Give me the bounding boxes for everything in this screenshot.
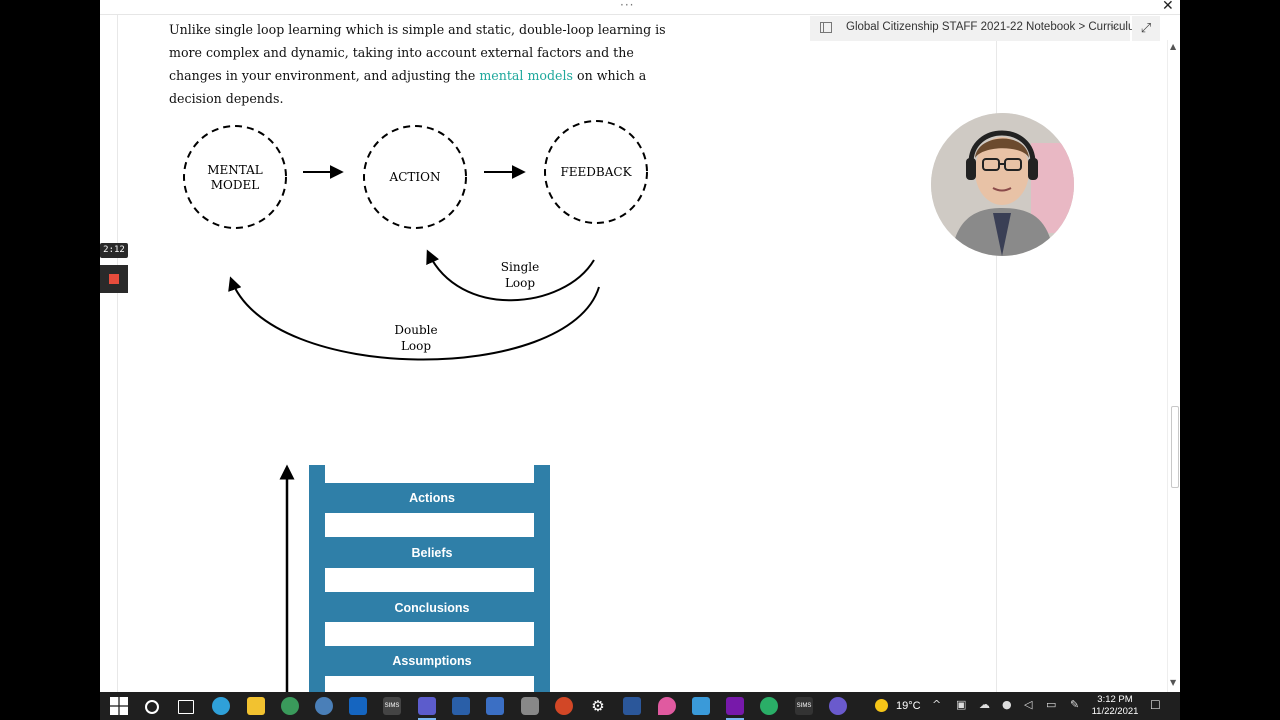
mental-model-label-1: MENTAL [207, 163, 263, 177]
ladder-gap [325, 568, 534, 592]
ladder-gap [325, 513, 534, 537]
close-icon[interactable]: ✕ [1162, 0, 1174, 14]
feedback-label: FEEDBACK [560, 165, 632, 179]
chat-app-icon[interactable] [760, 697, 778, 715]
single-loop-label-2: Loop [505, 276, 535, 290]
clock-date: 11/22/2021 [1091, 706, 1139, 717]
scroll-thumb[interactable] [1171, 406, 1179, 488]
window-grip-icon[interactable]: ··· [620, 0, 634, 12]
notebook-breadcrumb[interactable]: Global Citizenship STAFF 2021-22 Noteboo… [810, 16, 1144, 41]
teams-icon[interactable] [418, 697, 436, 720]
temperature-text[interactable]: 19°C [896, 700, 921, 712]
sims-app-icon[interactable]: SIMS [383, 697, 401, 715]
rung-beliefs: Beliefs [412, 546, 453, 560]
battery-icon[interactable]: ▭ [1046, 698, 1056, 711]
chrome-icon[interactable] [281, 697, 299, 715]
powerpoint-icon[interactable] [555, 697, 573, 715]
rung-actions: Actions [409, 491, 455, 505]
sims-app-icon-2[interactable]: SIMS [795, 697, 813, 715]
notification-icon[interactable]: ☐ [1150, 698, 1161, 712]
single-loop-label-1: Single [501, 260, 539, 274]
browser-icon[interactable] [315, 697, 333, 715]
pen-icon[interactable]: ✎ [1070, 698, 1079, 711]
body-paragraph: Unlike single loop learning which is sim… [169, 18, 669, 110]
mental-model-node [183, 125, 287, 229]
expand-icon[interactable]: ⤢ [1132, 16, 1160, 41]
mental-model-label-2: MODEL [211, 178, 260, 192]
screen-share-icon[interactable]: ▣ [956, 698, 966, 711]
outlook-icon[interactable] [349, 697, 367, 715]
screen-tool-icon[interactable] [692, 697, 710, 715]
windows-taskbar: SIMS ⚙ SIMS 19°C ^ ▣ ☁ ● ◁ ▭ ✎ 3:12 PM 1… [100, 692, 1180, 720]
stop-recording-button[interactable] [100, 265, 128, 293]
scroll-up-icon[interactable]: ▲ [1170, 42, 1176, 51]
cloud-icon[interactable]: ☁ [979, 698, 990, 711]
word-icon[interactable] [623, 697, 641, 715]
file-explorer-icon[interactable] [247, 697, 265, 715]
rung-conclusions: Conclusions [394, 601, 469, 615]
page-margin-line [117, 15, 118, 692]
double-loop-label-1: Double [394, 323, 437, 337]
windows-start-icon[interactable] [110, 697, 128, 715]
notebook-icon [820, 22, 832, 33]
microphone-icon[interactable]: ● [1002, 698, 1012, 711]
scroll-down-icon[interactable]: ▼ [1170, 678, 1176, 687]
mental-models-link[interactable]: mental models [479, 68, 573, 83]
ladder-gap [325, 622, 534, 646]
clock-time: 3:12 PM [1097, 694, 1133, 705]
edge-icon[interactable] [212, 697, 230, 715]
ladder-of-inference-image: Actions Beliefs Conclusions Assumptions [279, 464, 550, 692]
stop-icon [109, 274, 119, 284]
weather-icon[interactable] [875, 699, 888, 712]
chevron-down-icon[interactable]: ⌵ [1110, 20, 1118, 33]
app-icon[interactable] [829, 697, 847, 715]
onenote-window: ··· ✕ Unlike single loop learning which … [100, 0, 1180, 692]
gear-icon[interactable]: ⚙ [589, 697, 607, 715]
ladder-gap [325, 465, 534, 483]
ladder-gap [325, 676, 534, 692]
breadcrumb-text: Global Citizenship STAFF 2021-22 Noteboo… [846, 21, 1144, 33]
pen-tool-icon[interactable] [486, 697, 504, 715]
double-loop-label-2: Loop [401, 339, 431, 353]
webcam-overlay[interactable] [931, 113, 1074, 256]
volume-icon[interactable]: ◁ [1024, 698, 1032, 711]
onenote-icon[interactable] [726, 697, 744, 720]
search-icon[interactable] [145, 700, 159, 714]
task-view-icon[interactable] [178, 700, 194, 714]
rung-assumptions: Assumptions [392, 654, 471, 668]
recording-timer: 2:12 [100, 243, 128, 258]
presenter-video-icon [931, 113, 1074, 256]
title-bar[interactable]: ··· ✕ [100, 0, 1180, 15]
paint-icon[interactable] [658, 697, 676, 715]
system-clock[interactable]: 3:12 PM 11/22/2021 [1090, 694, 1140, 718]
vertical-scrollbar[interactable]: ▲ ▼ [1167, 40, 1180, 692]
camera-icon[interactable] [521, 697, 539, 715]
chevron-up-icon[interactable]: ^ [932, 698, 941, 711]
action-label: ACTION [389, 170, 441, 184]
loop-learning-diagram: MENTAL MODEL ACTION FEEDBACK Single Loop… [183, 120, 648, 361]
whiteboard-icon[interactable] [452, 697, 470, 715]
